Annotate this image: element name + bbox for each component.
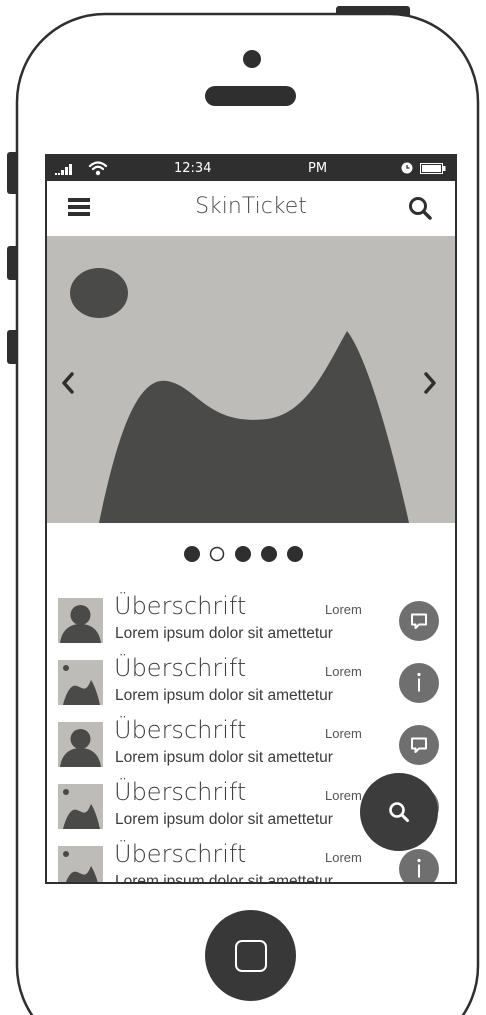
list-item-description: Lorem ipsum dolor sit amettetur: [115, 749, 333, 766]
status-bar: 12:34 PM: [47, 156, 455, 181]
image-thumbnail: [58, 784, 103, 829]
list-item[interactable]: Überschrift Lorem Lorem ipsum dolor sit …: [47, 716, 455, 778]
front-camera: [243, 50, 261, 68]
image-thumbnail: [58, 660, 103, 705]
list-item-description: Lorem ipsum dolor sit amettetur: [115, 811, 333, 828]
search-icon: [389, 802, 409, 822]
pagination-dot-5[interactable]: [287, 546, 303, 562]
comment-icon: [411, 613, 427, 629]
wifi-icon: [88, 161, 108, 176]
battery-icon: [420, 163, 446, 174]
list-item-heading: Überschrift: [114, 840, 247, 868]
list-item-meta: Lorem: [325, 602, 362, 617]
list-item-meta: Lorem: [325, 788, 362, 803]
comment-icon: [411, 737, 427, 753]
list-item-meta: Lorem: [325, 726, 362, 741]
carousel-image-placeholder: [70, 268, 409, 523]
floating-search-button[interactable]: [360, 773, 438, 851]
carousel-pagination: [184, 546, 303, 562]
list-item-heading: Überschrift: [114, 592, 247, 620]
list-item-meta: Lorem: [325, 664, 362, 679]
home-button[interactable]: [205, 910, 296, 1001]
list-item[interactable]: Überschrift Lorem Lorem ipsum dolor sit …: [47, 592, 455, 654]
info-button[interactable]: [399, 663, 439, 703]
search-icon[interactable]: [408, 196, 432, 220]
signal-icon: [55, 164, 72, 175]
list-item-heading: Überschrift: [114, 716, 247, 744]
list-item-description: Lorem ipsum dolor sit amettetur: [115, 873, 333, 882]
info-button[interactable]: [399, 849, 439, 882]
avatar: [58, 598, 103, 643]
avatar: [58, 722, 103, 767]
list-item-heading: Überschrift: [114, 778, 247, 806]
image-thumbnail: [58, 846, 103, 882]
comment-button[interactable]: [399, 601, 439, 641]
chevron-left-icon[interactable]: [61, 371, 75, 395]
pagination-dot-3[interactable]: [235, 546, 251, 562]
image-carousel[interactable]: [47, 236, 455, 523]
alarm-clock-icon: [401, 162, 413, 174]
earpiece-speaker: [205, 86, 296, 106]
list-item-description: Lorem ipsum dolor sit amettetur: [115, 625, 333, 642]
pagination-dot-2[interactable]: [209, 546, 225, 562]
phone-screen: 12:34 PM SkinTicket Überschrift Lorem Lo…: [47, 156, 455, 882]
pagination-dot-4[interactable]: [261, 546, 277, 562]
comment-button[interactable]: [399, 725, 439, 765]
list-item-heading: Überschrift: [114, 654, 247, 682]
app-bar: SkinTicket: [47, 181, 455, 236]
chevron-right-icon[interactable]: [423, 371, 437, 395]
info-icon: [417, 672, 421, 692]
app-title: SkinTicket: [195, 194, 307, 219]
status-time: 12:34: [174, 161, 212, 176]
list-item[interactable]: Überschrift Lorem Lorem ipsum dolor sit …: [47, 654, 455, 716]
list-item-description: Lorem ipsum dolor sit amettetur: [115, 687, 333, 704]
pagination-dot-1[interactable]: [184, 546, 200, 562]
list-item-meta: Lorem: [325, 850, 362, 865]
info-icon: [417, 858, 421, 878]
home-square-icon: [235, 940, 267, 972]
status-ampm: PM: [308, 161, 328, 176]
